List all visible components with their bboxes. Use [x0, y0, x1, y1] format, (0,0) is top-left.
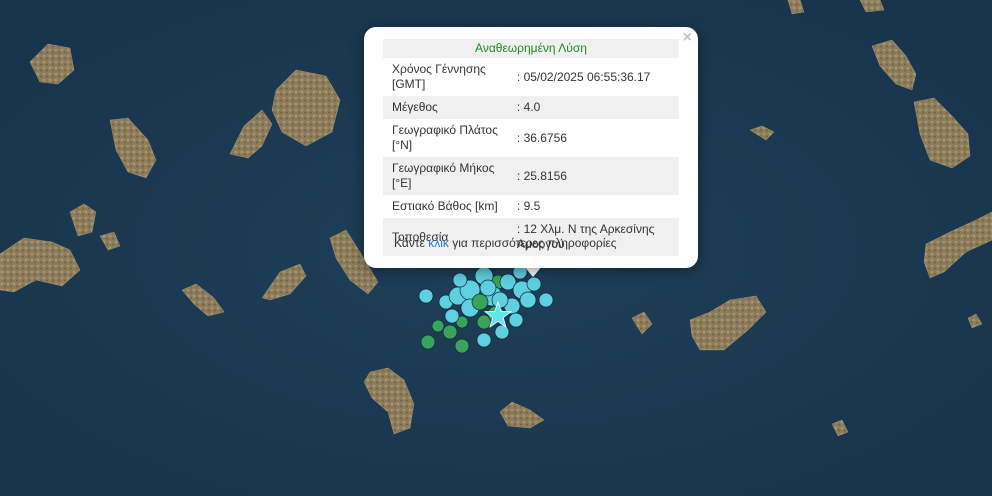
table-row: Μέγεθος : 4.0	[383, 96, 679, 119]
event-marker[interactable]	[526, 276, 542, 292]
event-marker[interactable]	[494, 324, 510, 340]
event-marker[interactable]	[452, 272, 468, 288]
row-label: Γεωγραφικό Μήκος [°E]	[383, 157, 513, 195]
table-row: Γεωγραφικό Πλάτος [°N] : 36.6756	[383, 119, 679, 157]
event-marker[interactable]	[431, 319, 445, 333]
event-marker[interactable]	[454, 338, 470, 354]
event-marker[interactable]	[476, 332, 492, 348]
table-row: Χρόνος Γέννησης [GMT] : 05/02/2025 06:55…	[383, 58, 679, 96]
row-label: Εστιακό Βάθος [km]	[392, 199, 498, 213]
event-marker[interactable]	[444, 308, 460, 324]
event-marker[interactable]	[538, 292, 554, 308]
row-label: Χρόνος Γέννησης [GMT]	[392, 62, 486, 91]
event-marker[interactable]	[491, 291, 509, 309]
event-marker[interactable]	[418, 288, 434, 304]
table-row: Γεωγραφικό Μήκος [°E] : 25.8156	[383, 157, 679, 195]
popup-footer: Κάντε κλικ για περισσότερες πληροφορίες	[394, 236, 617, 250]
footer-text-after: για περισσότερες πληροφορίες	[448, 236, 617, 250]
row-value: : 25.8156	[512, 157, 679, 195]
row-value: : 05/02/2025 06:55:36.17	[516, 69, 651, 84]
footer-text-before: Κάντε	[394, 236, 429, 250]
row-value: : 4.0	[512, 96, 679, 119]
popup-title-row: Αναθεωρημένη Λύση	[383, 39, 679, 58]
event-marker[interactable]	[519, 291, 537, 309]
row-value: : 36.6756	[516, 130, 567, 145]
popup-title: Αναθεωρημένη Λύση	[383, 39, 679, 58]
close-icon[interactable]: ×	[683, 30, 692, 46]
event-marker[interactable]	[442, 324, 458, 340]
event-marker[interactable]	[479, 279, 497, 297]
event-marker[interactable]	[508, 312, 524, 328]
table-row: Εστιακό Βάθος [km] : 9.5	[383, 195, 679, 218]
event-details-table: Αναθεωρημένη Λύση Χρόνος Γέννησης [GMT] …	[383, 39, 679, 256]
more-info-link[interactable]: κλικ	[428, 236, 449, 250]
row-label: Γεωγραφικό Πλάτος [°N]	[392, 123, 498, 152]
event-marker[interactable]	[420, 334, 436, 350]
row-label: Μέγεθος	[383, 96, 513, 119]
event-info-popup: × Αναθεωρημένη Λύση Χρόνος Γέννησης [GMT…	[364, 27, 698, 268]
row-value: : 9.5	[516, 199, 541, 213]
event-marker[interactable]	[471, 293, 489, 311]
